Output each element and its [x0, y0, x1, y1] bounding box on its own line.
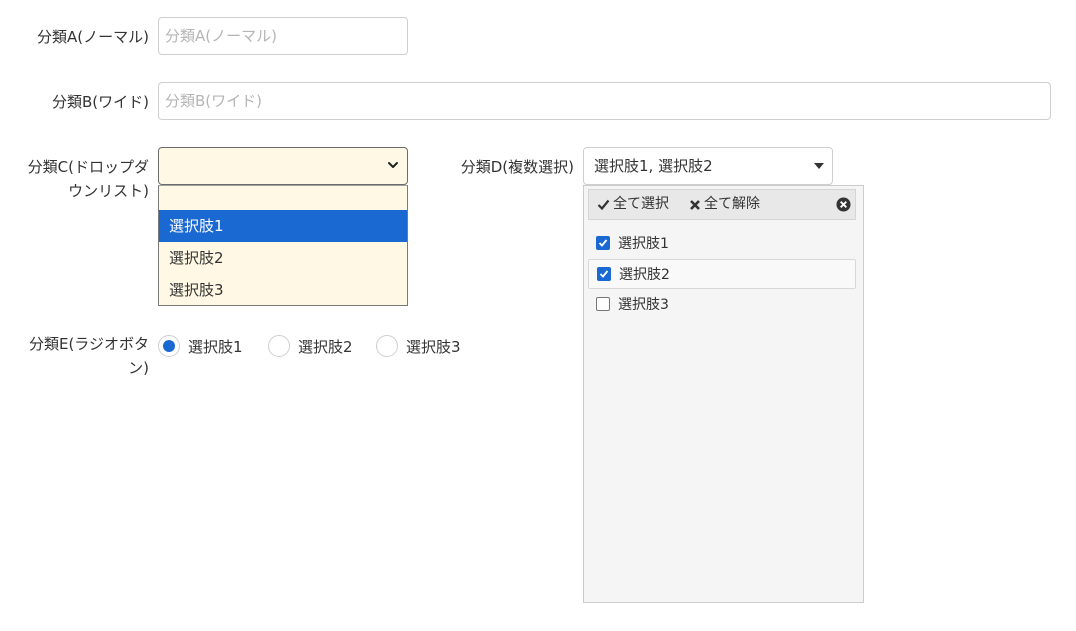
field-c-option-empty[interactable] — [159, 186, 407, 210]
field-e-radio-2[interactable]: 選択肢2 — [268, 333, 353, 359]
checkbox-checked[interactable] — [597, 267, 611, 281]
check-icon — [597, 199, 610, 211]
x-icon — [690, 199, 700, 210]
field-a-label: 分類A(ノーマル) — [37, 28, 149, 46]
field-e-radio-3-label: 選択肢3 — [406, 337, 461, 356]
radio-dot — [163, 340, 175, 352]
field-d-option-2[interactable]: 選択肢2 — [588, 259, 856, 289]
field-e-label-line2: ン) — [128, 359, 149, 377]
field-d-option-1-label: 選択肢1 — [618, 236, 669, 252]
check-icon — [599, 270, 609, 278]
close-circle-icon — [836, 197, 851, 212]
field-c-label: 分類C(ドロップダ ウンリスト) — [0, 155, 149, 203]
select-all-button[interactable]: 全て選択 — [597, 190, 669, 219]
field-d-panel: 全て選択 全て解除 選択肢1 選択肢2 選択肢3 — [583, 185, 864, 603]
field-d-value: 選択肢1, 選択肢2 — [594, 157, 713, 175]
field-e-radio-3[interactable]: 選択肢3 — [376, 333, 461, 359]
field-e-radio-2-label: 選択肢2 — [298, 337, 353, 356]
radio-unselected[interactable] — [376, 335, 398, 357]
field-d-option-1[interactable]: 選択肢1 — [588, 228, 856, 258]
field-e-label-line1: 分類E(ラジオボタ — [28, 335, 149, 353]
radio-selected[interactable] — [158, 335, 180, 357]
deselect-all-button[interactable]: 全て解除 — [689, 190, 760, 219]
field-a-input[interactable] — [158, 17, 408, 55]
caret-down-icon — [814, 163, 824, 169]
checkbox-checked[interactable] — [596, 236, 610, 250]
field-d-multiselect[interactable]: 選択肢1, 選択肢2 — [583, 147, 833, 185]
check-icon — [598, 239, 608, 247]
field-c-option-1[interactable]: 選択肢1 — [159, 210, 407, 242]
select-all-label: 全て選択 — [613, 196, 669, 212]
chevron-down-icon — [388, 162, 398, 168]
field-b-input[interactable] — [158, 82, 1051, 120]
close-panel-button[interactable] — [836, 190, 851, 219]
radio-unselected[interactable] — [268, 335, 290, 357]
field-e-label: 分類E(ラジオボタ ン) — [0, 332, 149, 380]
field-c-dropdown[interactable] — [158, 147, 408, 185]
checkbox-unchecked[interactable] — [596, 297, 610, 311]
field-c-option-2[interactable]: 選択肢2 — [159, 242, 407, 274]
field-c-option-list: 選択肢1 選択肢2 選択肢3 — [158, 185, 408, 306]
field-e-radio-1-label: 選択肢1 — [188, 337, 243, 356]
field-d-option-2-label: 選択肢2 — [619, 267, 670, 283]
field-c-label-line2: ウンリスト) — [68, 182, 149, 200]
field-d-toolbar: 全て選択 全て解除 — [588, 189, 856, 220]
field-c-label-line1: 分類C(ドロップダ — [27, 158, 149, 176]
field-b-label: 分類B(ワイド) — [52, 93, 149, 111]
deselect-all-label: 全て解除 — [704, 196, 760, 212]
field-d-option-3-label: 選択肢3 — [618, 297, 669, 313]
field-d-label: 分類D(複数選択) — [460, 158, 574, 176]
field-d-option-3[interactable]: 選択肢3 — [588, 289, 856, 319]
field-e-radio-1[interactable]: 選択肢1 — [158, 333, 243, 359]
field-c-option-3[interactable]: 選択肢3 — [159, 274, 407, 306]
